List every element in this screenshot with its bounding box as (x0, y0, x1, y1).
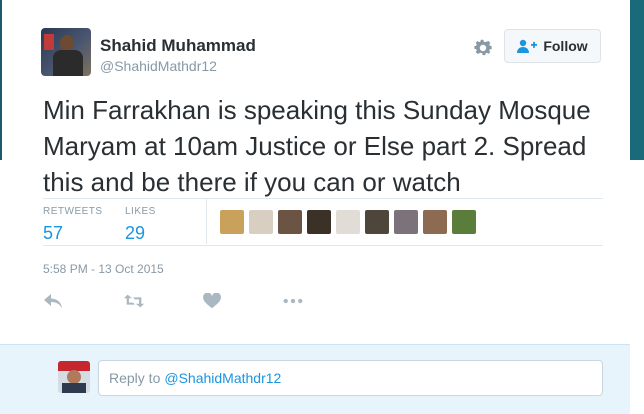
likes-count[interactable]: 29 (125, 223, 156, 244)
tweet-text: Min Farrakhan is speaking this Sunday Mo… (43, 95, 591, 197)
favoriter-avatar[interactable] (278, 210, 302, 234)
like-button[interactable] (203, 290, 283, 312)
like-icon (203, 293, 221, 309)
reply-input[interactable]: Reply to @ShahidMathdr12 (98, 360, 603, 396)
favoriter-avatar[interactable] (307, 210, 331, 234)
current-user-avatar (58, 361, 90, 393)
author-avatar[interactable] (41, 28, 91, 76)
retweet-button[interactable] (123, 290, 203, 312)
divider-bottom (43, 245, 603, 246)
favoriter-avatar[interactable] (394, 210, 418, 234)
follow-label: Follow (543, 38, 588, 54)
retweets-count[interactable]: 57 (43, 223, 103, 244)
favoriter-avatar[interactable] (365, 210, 389, 234)
favoriter-avatar[interactable] (336, 210, 360, 234)
tweet-actions (43, 290, 363, 312)
favoriter-avatar[interactable] (249, 210, 273, 234)
gear-icon[interactable] (472, 37, 494, 59)
likes-stat[interactable]: LIKES 29 (125, 206, 156, 244)
divider-top (43, 198, 603, 199)
reply-icon (44, 294, 62, 308)
reply-mention: @ShahidMathdr12 (164, 370, 282, 386)
more-icon (283, 298, 303, 304)
background-strip-right (630, 0, 644, 160)
favoriter-avatar[interactable] (452, 210, 476, 234)
favoriter-avatar[interactable] (423, 210, 447, 234)
stats-divider (206, 198, 207, 244)
author-name[interactable]: Shahid Muhammad (100, 36, 256, 56)
retweets-stat[interactable]: RETWEETS 57 (43, 206, 103, 244)
reply-button[interactable] (43, 290, 123, 312)
author-handle[interactable]: @ShahidMathdr12 (100, 58, 217, 74)
likes-label: LIKES (125, 206, 156, 217)
retweet-icon (123, 294, 145, 308)
more-button[interactable] (283, 290, 363, 312)
follow-button[interactable]: Follow (504, 29, 601, 63)
favoriters-list (220, 210, 476, 234)
favoriter-avatar[interactable] (220, 210, 244, 234)
tweet-timestamp[interactable]: 5:58 PM - 13 Oct 2015 (43, 262, 164, 276)
add-user-icon (517, 39, 538, 53)
retweets-label: RETWEETS (43, 206, 103, 217)
reply-placeholder-prefix: Reply to (109, 370, 161, 386)
